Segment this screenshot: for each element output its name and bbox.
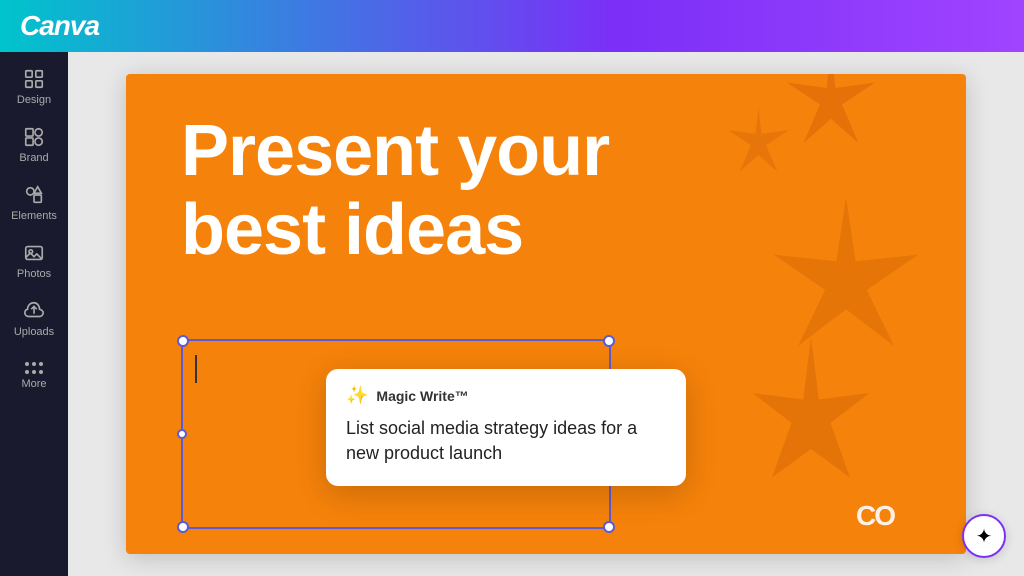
elements-icon xyxy=(23,184,45,206)
sidebar-item-design[interactable]: Design xyxy=(4,60,64,114)
magic-wand-icon: ✨ xyxy=(346,385,368,406)
star-decoration-2 xyxy=(721,104,796,184)
sidebar-label-elements: Elements xyxy=(11,210,57,222)
more-dots-icon-row2 xyxy=(25,370,43,374)
sidebar-label-uploads: Uploads xyxy=(14,326,54,338)
sidebar-item-photos[interactable]: Photos xyxy=(4,234,64,288)
app-header: Canva xyxy=(0,0,1024,52)
canvas-area: Present your best ideas ✨ Magic Write™ L… xyxy=(68,52,1024,576)
slide[interactable]: Present your best ideas ✨ Magic Write™ L… xyxy=(126,74,966,554)
sidebar-label-more: More xyxy=(21,378,46,390)
sidebar: Design Brand Elements xyxy=(0,52,68,576)
magic-sparkle-button[interactable]: ✦ xyxy=(962,514,1006,558)
slide-title-line1: Present your xyxy=(181,112,609,191)
handle-mid-left[interactable] xyxy=(177,429,187,439)
magic-write-prompt: List social media strategy ideas for a n… xyxy=(346,416,666,466)
star-decoration-4 xyxy=(746,329,876,514)
sidebar-label-brand: Brand xyxy=(19,152,48,164)
sparkle-icon: ✦ xyxy=(976,524,993,549)
magic-write-title: Magic Write™ xyxy=(376,388,468,404)
handle-bottom-left[interactable] xyxy=(177,521,189,533)
more-dots-icon xyxy=(25,362,43,366)
slide-title: Present your best ideas xyxy=(181,112,609,270)
co-logo: CO xyxy=(856,499,906,536)
sidebar-item-more[interactable]: More xyxy=(4,354,64,398)
sidebar-item-uploads[interactable]: Uploads xyxy=(4,292,64,346)
uploads-icon xyxy=(23,300,45,322)
slide-title-line2: best ideas xyxy=(181,191,609,270)
magic-write-header: ✨ Magic Write™ xyxy=(346,385,666,406)
main-layout: Design Brand Elements xyxy=(0,52,1024,576)
magic-write-popup: ✨ Magic Write™ List social media strateg… xyxy=(326,369,686,486)
handle-bottom-right[interactable] xyxy=(603,521,615,533)
grid-icon xyxy=(23,68,45,90)
handle-top-right[interactable] xyxy=(603,335,615,347)
text-cursor xyxy=(195,355,197,383)
canva-logo: Canva xyxy=(20,10,99,42)
sidebar-item-brand[interactable]: Brand xyxy=(4,118,64,172)
sidebar-item-elements[interactable]: Elements xyxy=(4,176,64,230)
svg-text:CO: CO xyxy=(856,500,895,529)
sidebar-label-design: Design xyxy=(17,94,51,106)
sidebar-label-photos: Photos xyxy=(17,268,51,280)
handle-top-left[interactable] xyxy=(177,335,189,347)
photos-icon xyxy=(23,242,45,264)
brand-icon xyxy=(23,126,45,148)
